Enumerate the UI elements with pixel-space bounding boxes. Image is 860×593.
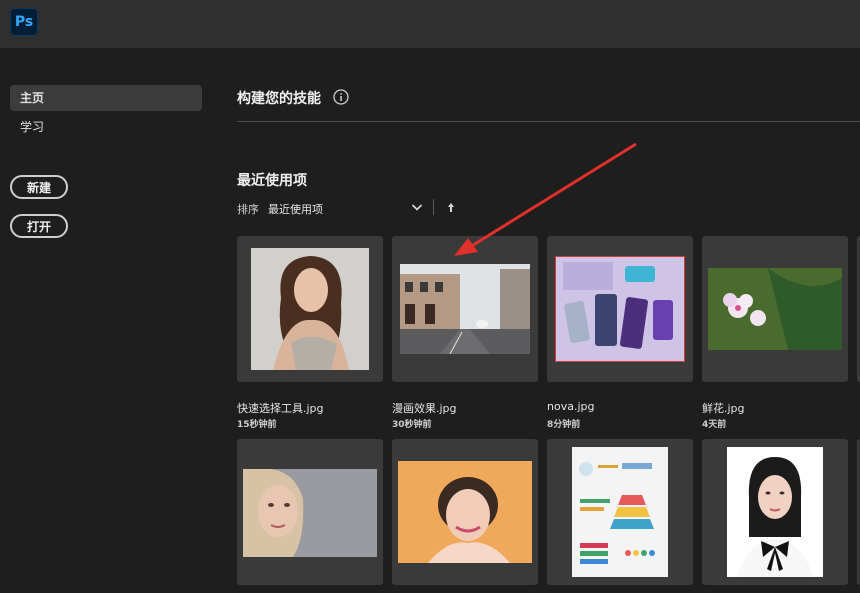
street-thumbnail [400,264,530,354]
sort-dropdown[interactable]: 最近使用项 [268,201,323,217]
flowers-thumbnail [708,268,842,350]
divider [237,121,860,122]
file-card-comic-effect[interactable] [392,236,538,382]
file-card-nova[interactable] [547,236,693,382]
phones-thumbnail [555,256,685,362]
portrait-thumbnail [243,469,377,557]
photoshop-logo-icon[interactable]: Ps [10,8,38,36]
top-bar: Ps [0,0,860,48]
portrait-thumbnail [251,248,369,370]
infographic-thumbnail [572,447,668,577]
recent-section-title: 最近使用项 [237,173,307,189]
file-name: 鲜花.jpg [702,402,745,415]
id-photo-thumbnail [727,447,823,577]
portrait-thumbnail [398,461,532,563]
chevron-down-icon[interactable] [411,203,423,212]
file-time: 30秒钟前 [392,420,432,430]
file-time: 15秒钟前 [237,420,277,430]
file-card-id-photo[interactable] [702,439,848,585]
file-name: 漫画效果.jpg [392,402,457,415]
file-card-quick-selection[interactable] [237,236,383,382]
sort-separator [433,199,434,215]
arrow-up-icon[interactable] [446,202,456,213]
sort-label: 排序 [237,203,259,216]
file-time: 4天前 [702,420,727,430]
new-button[interactable]: 新建 [10,175,68,199]
file-card-flowers[interactable] [702,236,848,382]
file-name: 快速选择工具.jpg [237,402,324,415]
file-card-portrait-3[interactable] [392,439,538,585]
sidebar-item-home[interactable]: 主页 [10,85,202,111]
info-icon[interactable] [333,89,349,105]
sidebar-item-learn[interactable]: 学习 [10,114,202,140]
open-button[interactable]: 打开 [10,214,68,238]
file-time: 8分钟前 [547,420,581,430]
file-card-portrait-2[interactable] [237,439,383,585]
page-title: 构建您的技能 [237,91,321,107]
sidebar: 主页 学习 新建 打开 [0,48,215,593]
file-name: nova.jpg [547,400,595,413]
file-card-infographic[interactable] [547,439,693,585]
